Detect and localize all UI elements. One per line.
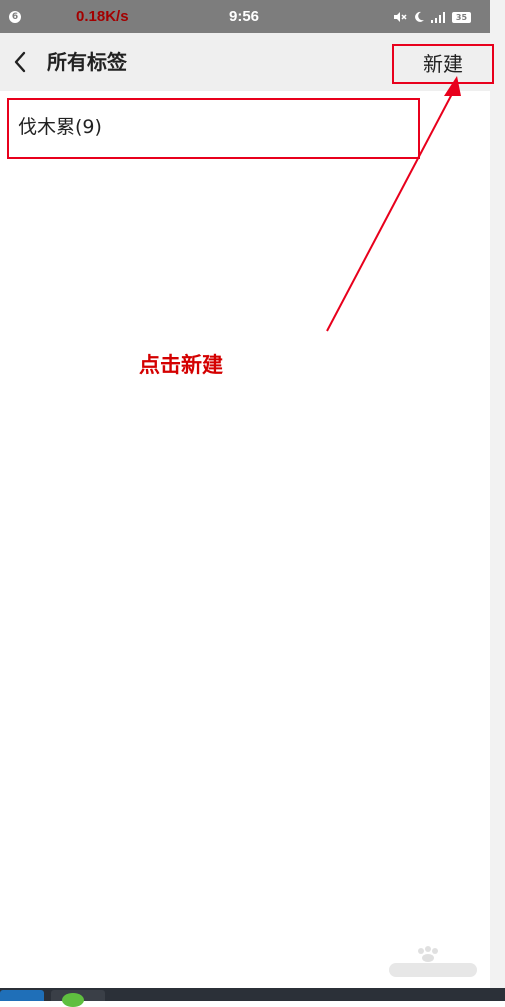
taskbar bbox=[0, 988, 505, 1007]
chevron-left-icon[interactable] bbox=[12, 50, 28, 74]
tag-list-item[interactable]: 伐木累(9) bbox=[7, 98, 420, 159]
status-icons: 35 bbox=[393, 9, 471, 25]
taskbar-app[interactable] bbox=[0, 990, 44, 1001]
tag-label: 伐木累(9) bbox=[18, 116, 102, 138]
right-gutter bbox=[490, 0, 505, 988]
taskbar-app[interactable] bbox=[51, 990, 105, 1007]
clock: 9:56 bbox=[229, 8, 260, 25]
network-speed: 0.18K/s bbox=[76, 8, 129, 25]
notification-badge: 6 bbox=[9, 11, 21, 23]
battery-icon: 35 bbox=[452, 11, 471, 23]
page-title: 所有标签 bbox=[47, 50, 127, 74]
status-bar: 6 0.18K/s 9:56 35 bbox=[0, 0, 490, 33]
header: 所有标签 新建 bbox=[0, 33, 494, 91]
mute-icon bbox=[393, 11, 408, 23]
baidu-jingyan-logo bbox=[387, 944, 479, 980]
new-tag-button[interactable]: 新建 bbox=[392, 44, 494, 84]
annotation-text: 点击新建 bbox=[139, 352, 223, 377]
signal-icon bbox=[430, 11, 447, 23]
moon-icon bbox=[413, 11, 425, 23]
